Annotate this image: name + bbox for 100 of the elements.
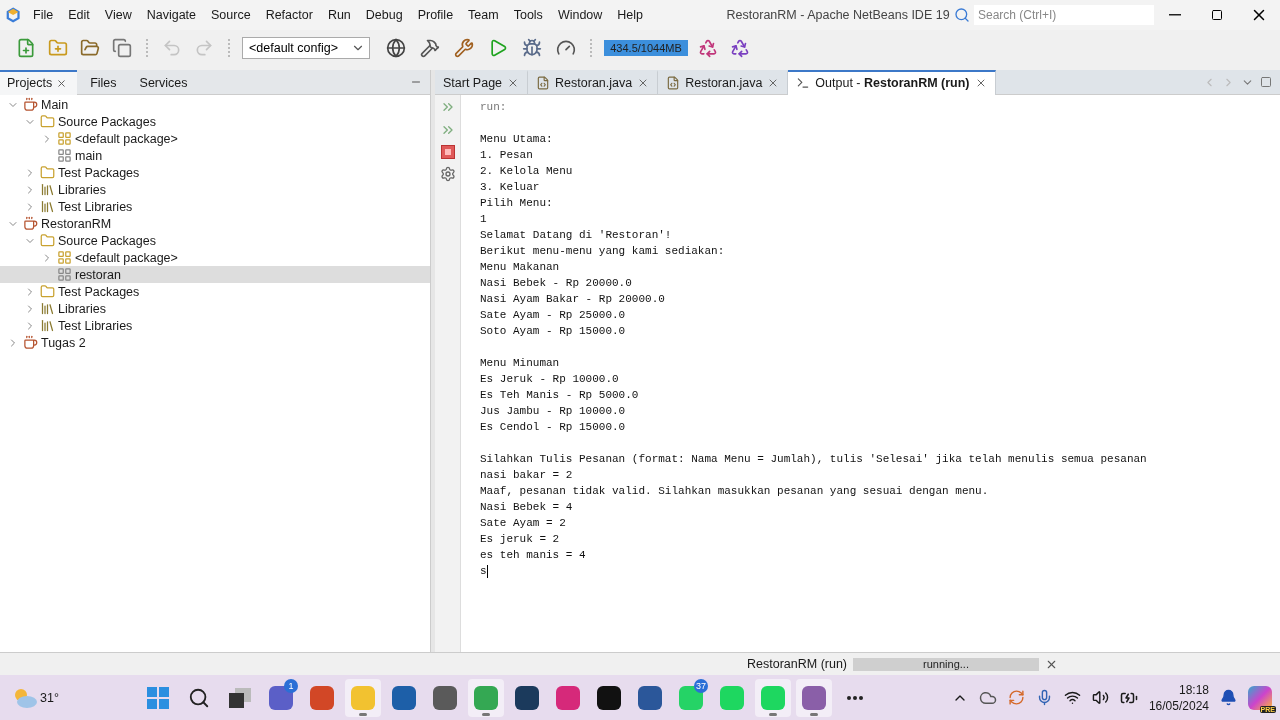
folder-icon xyxy=(40,284,55,299)
globe-button[interactable] xyxy=(384,36,408,60)
output-line: Nasi Bebek - Rp 20000.0 xyxy=(480,277,632,289)
output-line: 1. Pesan xyxy=(480,149,533,161)
output-line: Pilih Menu: xyxy=(480,197,553,209)
task-name: RestoranRM (run) xyxy=(747,657,848,671)
output-line: Silahkan Tulis Pesanan (format: Nama Menu = Jumlah), tulis 'Selesai' jika telah menulis semua pesanan xyxy=(480,453,1147,465)
folder-icon xyxy=(40,165,55,180)
menu-item[interactable]: Source xyxy=(203,8,259,22)
output-line: run: xyxy=(480,101,507,113)
bell-icon[interactable] xyxy=(1220,689,1237,706)
tree-item[interactable]: RestoranRM xyxy=(0,215,430,232)
library-icon xyxy=(40,182,55,197)
clock-date: 16/05/2024 xyxy=(1148,697,1209,714)
folder-icon xyxy=(40,233,55,248)
menu-item[interactable]: Navigate xyxy=(139,8,204,22)
folder-icon xyxy=(40,114,55,129)
tree-item[interactable]: <default package> xyxy=(0,130,430,147)
tab-label: Restoran.java xyxy=(555,76,633,90)
tab-label: Restoran.java xyxy=(685,76,763,90)
tree-item[interactable]: Source Packages xyxy=(0,113,430,130)
output-line: Es jeruk = 2 xyxy=(480,533,560,545)
terminal-icon xyxy=(796,76,811,90)
menu-item[interactable]: Team xyxy=(460,8,507,22)
tree-item[interactable]: restoran xyxy=(0,266,430,283)
taskbar-button[interactable]: 37 xyxy=(673,678,709,717)
clock-time: 18:18 xyxy=(1178,681,1209,698)
volume-icon[interactable] xyxy=(1091,689,1109,706)
tree-item[interactable]: main xyxy=(0,147,430,164)
stop-icon[interactable] xyxy=(440,145,455,159)
close-project-button[interactable] xyxy=(110,36,134,60)
app-logo-icon xyxy=(6,7,21,23)
output-line: Es Jeruk - Rp 10000.0 xyxy=(480,373,619,385)
package-icon xyxy=(57,131,72,146)
project-icon xyxy=(23,216,38,231)
menu-item[interactable]: Run xyxy=(320,8,359,22)
output-line: Menu Makanan xyxy=(480,261,560,273)
editor-tab[interactable]: Start Page xyxy=(435,69,529,95)
settings-icon[interactable] xyxy=(439,166,456,182)
project-icon xyxy=(23,97,38,112)
package-icon xyxy=(57,250,72,265)
output-line: Maaf, pesanan tidak valid. Silahkan masukkan pesanan yang sesuai dengan menu. xyxy=(480,485,989,497)
clean-build-button[interactable] xyxy=(452,36,476,60)
output-line: 3. Keluar xyxy=(480,181,540,193)
weather-icon xyxy=(12,686,38,709)
close-icon[interactable] xyxy=(56,77,68,89)
output-line: Berikut menu-menu yang kami sediakan: xyxy=(480,245,725,257)
output-line: 2. Kelola Menu xyxy=(480,165,573,177)
search-icon xyxy=(954,7,970,23)
tree-item[interactable]: Test Packages xyxy=(0,164,430,181)
wifi-icon[interactable] xyxy=(1063,689,1081,706)
config-dropdown[interactable]: <default config> xyxy=(242,37,370,59)
package-icon xyxy=(57,148,72,163)
output-line: Soto Ayam - Rp 15000.0 xyxy=(480,325,626,337)
tree-item[interactable]: Libraries xyxy=(0,300,430,317)
menu-item[interactable]: View xyxy=(97,8,140,22)
tree-item[interactable]: Source Packages xyxy=(0,232,430,249)
tree-item[interactable]: Test Libraries xyxy=(0,198,430,215)
output-line: Es Teh Manis - Rp 5000.0 xyxy=(480,389,639,401)
tree-item[interactable]: Libraries xyxy=(0,181,430,198)
library-icon xyxy=(40,318,55,333)
menu-item[interactable]: Profile xyxy=(410,8,461,22)
tree-item[interactable]: Main xyxy=(0,96,430,113)
menu-item[interactable]: Help xyxy=(609,8,651,22)
tree-item[interactable]: <default package> xyxy=(0,249,430,266)
editor-tab[interactable]: Output - RestoranRM (run) xyxy=(788,69,996,95)
menu-item[interactable]: Tools xyxy=(506,8,551,22)
menu-item[interactable]: Refactor xyxy=(258,8,321,22)
minimize-icon xyxy=(1169,14,1181,16)
panel-tab[interactable]: Files xyxy=(83,69,127,95)
search-field[interactable]: Search (Ctrl+I) xyxy=(974,5,1154,25)
notification-badge: 37 xyxy=(694,678,708,693)
menu-item[interactable]: File xyxy=(25,8,61,22)
menu-item[interactable]: Window xyxy=(550,8,610,22)
output-line: Nasi Bebek = 4 xyxy=(480,501,573,513)
notification-badge: 1 xyxy=(284,678,298,693)
editor-tab[interactable]: Restoran.java xyxy=(528,69,659,95)
output-line: nasi bakar = 2 xyxy=(480,469,573,481)
more-icon xyxy=(847,695,863,700)
text-cursor xyxy=(486,564,488,578)
output-line: Menu Minuman xyxy=(480,357,560,369)
sync-icon[interactable] xyxy=(1007,689,1025,706)
output-line: Nasi Ayam Bakar - Rp 20000.0 xyxy=(480,293,665,305)
maximize-icon xyxy=(1211,9,1223,21)
menu-item[interactable]: Edit xyxy=(60,8,98,22)
tree-item[interactable]: Test Libraries xyxy=(0,317,430,334)
menu-item[interactable]: Debug xyxy=(358,8,411,22)
panel-tab[interactable]: Projects xyxy=(0,69,78,95)
panel-tab[interactable]: Services xyxy=(132,69,198,95)
package-icon xyxy=(57,267,72,282)
memory-meter[interactable]: 434.5/1044MB xyxy=(604,40,688,56)
library-icon xyxy=(40,301,55,316)
output-line: Selamat Datang di 'Restoran'! xyxy=(480,229,672,241)
taskbar-button[interactable]: 1 xyxy=(263,678,299,717)
tab-label: Start Page xyxy=(443,76,503,90)
maximize-icon[interactable] xyxy=(1260,76,1272,88)
progress-bar: running... xyxy=(853,657,1040,671)
project-icon xyxy=(23,335,38,350)
tree-item[interactable]: Test Packages xyxy=(0,283,430,300)
tree-item[interactable]: Tugas 2 xyxy=(0,334,430,351)
